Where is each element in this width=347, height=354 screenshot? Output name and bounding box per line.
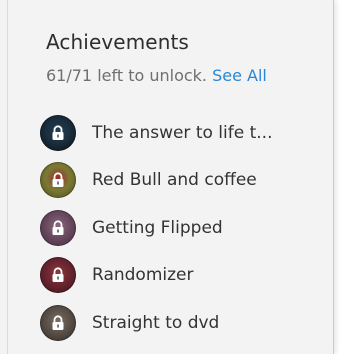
- achievement-label: The answer to life t...: [92, 122, 273, 143]
- lock-icon: [51, 315, 65, 331]
- panel-divider: [7, 0, 8, 354]
- achievement-item[interactable]: Getting Flipped: [40, 204, 272, 252]
- achievement-item[interactable]: Red Bull and coffee: [40, 157, 272, 205]
- see-all-link[interactable]: See All: [212, 66, 267, 85]
- unlock-count-text: 61/71 left to unlock.: [46, 66, 208, 85]
- achievement-label: Straight to dvd: [92, 312, 220, 333]
- achievement-badge: [40, 304, 76, 341]
- lock-icon: [51, 125, 65, 141]
- achievement-item[interactable]: Straight to dvd: [40, 299, 272, 347]
- achievement-list: The answer to life t... Red Bull and coff…: [40, 109, 272, 347]
- achievements-panel: Achievements 61/71 left to unlock. See A…: [0, 0, 334, 354]
- achievement-label: Getting Flipped: [92, 217, 223, 238]
- achievement-label: Randomizer: [92, 265, 194, 286]
- achievement-label: Red Bull and coffee: [92, 170, 257, 191]
- achievement-badge: [40, 257, 76, 294]
- achievement-badge: [40, 209, 76, 246]
- lock-icon: [51, 172, 65, 188]
- lock-icon: [51, 267, 65, 283]
- achievement-badge: [40, 162, 76, 199]
- achievement-item[interactable]: The answer to life t...: [40, 109, 272, 157]
- lock-icon: [51, 220, 65, 236]
- section-title: Achievements: [46, 30, 189, 54]
- achievement-item[interactable]: Randomizer: [40, 252, 272, 300]
- unlock-summary: 61/71 left to unlock. See All: [46, 66, 267, 85]
- achievement-badge: [40, 114, 76, 151]
